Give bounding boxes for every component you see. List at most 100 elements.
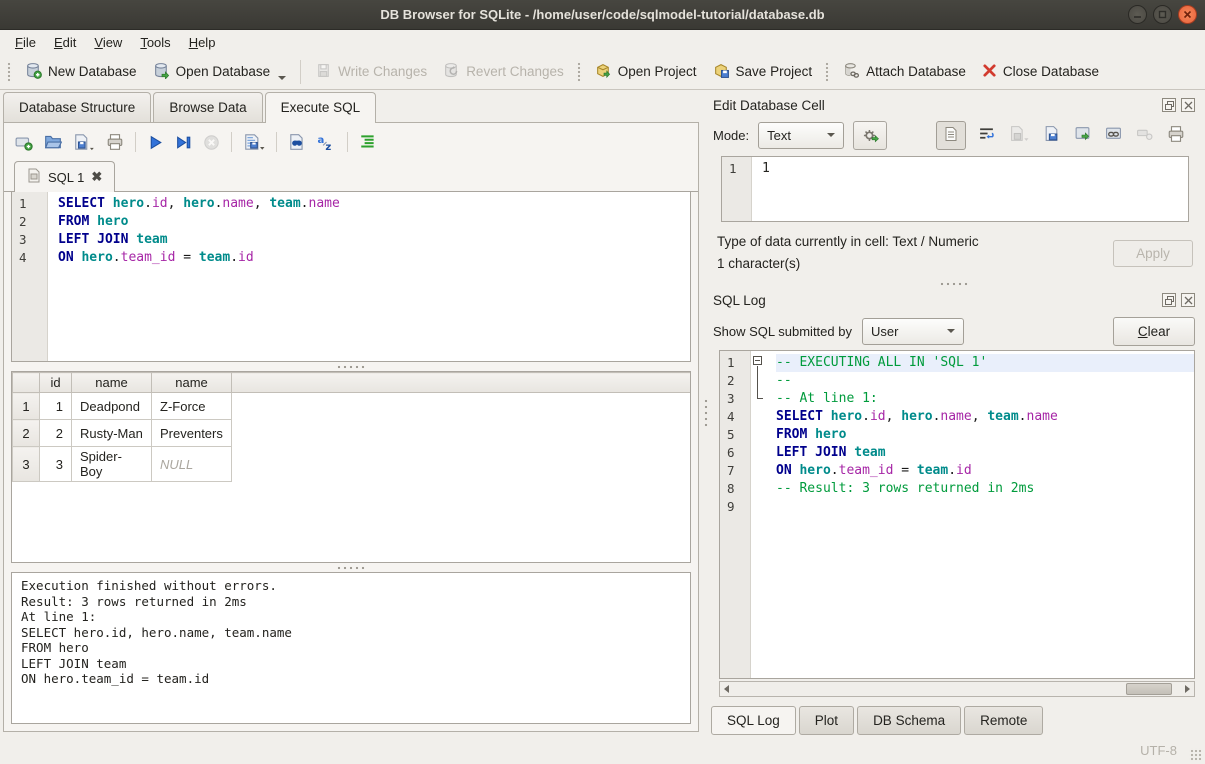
splitter-cell-log[interactable] [711, 279, 1197, 288]
sql-log-editor[interactable]: 123456789 -- EXECUTING ALL IN 'SQL 1'---… [719, 350, 1195, 679]
table-corner[interactable] [13, 373, 40, 393]
open-database-icon [153, 62, 170, 82]
tab-browse-data[interactable]: Browse Data [153, 92, 262, 122]
copy-cell-link-icon[interactable] [1105, 125, 1122, 145]
menu-view[interactable]: View [85, 32, 131, 53]
menubar: File Edit View Tools Help [0, 30, 1205, 54]
resize-grip[interactable] [1189, 748, 1202, 761]
revert-changes-button[interactable]: Revert Changes [435, 57, 572, 87]
row-number[interactable]: 2 [13, 420, 40, 447]
splitter-results-log[interactable] [11, 563, 691, 572]
sql-editor[interactable]: 1234 SELECT hero.id, hero.name, team.nam… [11, 192, 691, 362]
open-database-button[interactable]: Open Database [145, 57, 295, 87]
float-panel-icon[interactable] [1162, 293, 1176, 307]
auto-complete-icon[interactable]: az [317, 133, 336, 151]
close-sql-tab-icon[interactable]: ✖ [91, 169, 102, 185]
show-sql-label: Show SQL submitted by [713, 324, 852, 339]
apply-button[interactable]: Apply [1113, 240, 1193, 267]
text-view-icon[interactable] [936, 121, 966, 150]
open-project-button[interactable]: Open Project [587, 57, 705, 87]
word-wrap-icon[interactable] [978, 125, 995, 145]
result-cell[interactable]: Preventers [152, 420, 232, 447]
tab-plot[interactable]: Plot [799, 706, 854, 735]
write-changes-button[interactable]: Write Changes [307, 57, 435, 87]
save-sql-file-icon[interactable] [73, 133, 95, 151]
cell-type-row: Type of data currently in cell: Text / N… [711, 222, 1197, 279]
sql-editor-code[interactable]: SELECT hero.id, hero.name, team.nameFROM… [48, 192, 690, 361]
toolbar-drag-handle[interactable] [825, 62, 830, 82]
print-cell-icon[interactable] [1167, 125, 1185, 146]
cell-editor-code[interactable]: 1 [752, 157, 1188, 221]
tab-execute-sql[interactable]: Execute SQL [265, 92, 377, 123]
export-cell-icon[interactable] [1074, 125, 1091, 145]
result-cell[interactable]: Spider-Boy [72, 447, 152, 482]
column-header[interactable]: name [152, 373, 232, 393]
encoding-indicator: UTF-8 [1140, 743, 1177, 758]
clear-button[interactable]: Clear [1113, 317, 1195, 346]
scroll-right-icon[interactable] [1185, 685, 1190, 693]
row-number[interactable]: 3 [13, 447, 40, 482]
close-button[interactable] [1178, 5, 1197, 24]
open-sql-file-icon[interactable] [44, 133, 62, 151]
statusbar: UTF-8 [0, 736, 1205, 764]
maximize-button[interactable] [1153, 5, 1172, 24]
execution-status-log[interactable]: Execution finished without errors. Resul… [11, 572, 691, 724]
open-sql-tab-icon[interactable] [15, 133, 33, 151]
scrollbar-thumb[interactable] [1126, 683, 1172, 695]
cell-type-info: Type of data currently in cell: Text / N… [717, 231, 979, 253]
cell-value-editor[interactable]: 1 1 [721, 156, 1189, 222]
execute-all-icon[interactable] [147, 134, 164, 151]
menu-help[interactable]: Help [180, 32, 225, 53]
execute-current-line-icon[interactable] [175, 134, 192, 151]
float-panel-icon[interactable] [1162, 98, 1176, 112]
row-number[interactable]: 1 [13, 393, 40, 420]
print-sql-icon[interactable] [106, 133, 124, 151]
save-project-button[interactable]: Save Project [705, 57, 821, 87]
splitter-left-right[interactable] [702, 90, 709, 736]
open-database-dropdown-caret[interactable] [278, 76, 286, 80]
result-cell[interactable]: Z-Force [152, 393, 232, 420]
result-cell[interactable]: 3 [40, 447, 72, 482]
menu-file[interactable]: File [6, 32, 45, 53]
close-panel-icon[interactable] [1181, 293, 1195, 307]
main-toolbar: New Database Open Database Write Changes… [0, 54, 1205, 90]
column-header[interactable]: id [40, 373, 72, 393]
find-replace-icon[interactable] [288, 133, 306, 151]
minimize-button[interactable] [1128, 5, 1147, 24]
sql-tab[interactable]: SQL 1 ✖ [14, 161, 115, 192]
result-cell[interactable]: 1 [40, 393, 72, 420]
fold-marker-icon[interactable] [753, 356, 762, 365]
format-sql-icon[interactable] [359, 133, 377, 151]
sql-log-code[interactable]: -- EXECUTING ALL IN 'SQL 1'---- At line … [766, 351, 1194, 678]
new-database-button[interactable]: New Database [17, 57, 145, 87]
tab-remote[interactable]: Remote [964, 706, 1043, 735]
mode-select[interactable]: Text [758, 122, 844, 149]
sql-log-hscrollbar[interactable] [719, 681, 1195, 697]
revert-changes-icon [443, 62, 460, 82]
result-cell[interactable]: Deadpond [72, 393, 152, 420]
tab-database-structure[interactable]: Database Structure [3, 92, 151, 122]
submitted-by-select[interactable]: User [862, 318, 964, 345]
result-cell[interactable]: 2 [40, 420, 72, 447]
save-results-icon[interactable] [243, 133, 265, 151]
result-cell[interactable]: Rusty-Man [72, 420, 152, 447]
close-database-button[interactable]: Close Database [974, 58, 1107, 86]
tab-sql-log[interactable]: SQL Log [711, 706, 796, 735]
set-null-icon[interactable] [1136, 125, 1153, 145]
menu-tools[interactable]: Tools [131, 32, 179, 53]
menu-edit[interactable]: Edit [45, 32, 85, 53]
close-panel-icon[interactable] [1181, 98, 1195, 112]
attach-database-button[interactable]: Attach Database [835, 57, 974, 87]
toolbar-drag-handle[interactable] [7, 62, 12, 82]
splitter-editor-results[interactable] [11, 362, 691, 371]
column-header[interactable]: name [72, 373, 152, 393]
auto-switch-mode-button[interactable] [853, 121, 887, 150]
tab-db-schema[interactable]: DB Schema [857, 706, 961, 735]
save-cell-icon[interactable] [1009, 125, 1029, 145]
scroll-left-icon[interactable] [724, 685, 729, 693]
result-cell[interactable]: NULL [152, 447, 232, 482]
stop-icon[interactable] [203, 134, 220, 151]
fold-column[interactable] [751, 351, 766, 678]
toolbar-drag-handle[interactable] [577, 62, 582, 82]
import-cell-icon[interactable] [1043, 125, 1060, 145]
